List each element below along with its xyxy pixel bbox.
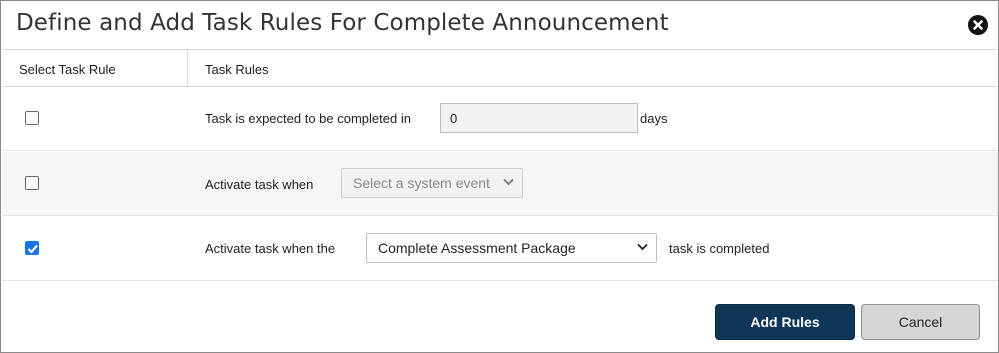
task-rules-dialog: Define and Add Task Rules For Complete A… xyxy=(0,0,999,353)
table-row: Activate task when Select a system event xyxy=(2,152,998,216)
system-event-select[interactable]: Select a system event xyxy=(341,168,523,198)
task-completed-suffix: task is completed xyxy=(669,241,770,256)
rule-checkbox-days[interactable] xyxy=(25,111,39,125)
table-header: Select Task Rule Task Rules xyxy=(2,50,998,87)
close-icon[interactable] xyxy=(968,15,988,35)
add-rules-button[interactable]: Add Rules xyxy=(715,304,855,340)
rule-label-task-completed: Activate task when the xyxy=(205,241,336,256)
rule-checkbox-task-completed[interactable] xyxy=(25,241,39,255)
column-header-select: Select Task Rule xyxy=(19,62,116,77)
checkmark-icon xyxy=(27,244,38,254)
days-input[interactable] xyxy=(440,103,638,133)
rule-label-days: Task is expected to be completed in xyxy=(205,111,411,126)
days-unit-label: days xyxy=(640,111,668,126)
chevron-down-icon xyxy=(503,178,514,186)
dialog-header: Define and Add Task Rules For Complete A… xyxy=(2,2,998,50)
rule-checkbox-system-event[interactable] xyxy=(25,176,39,190)
task-package-select-value: Complete Assessment Package xyxy=(378,240,576,256)
chevron-down-icon xyxy=(637,243,648,251)
table-row: Task is expected to be completed in days xyxy=(2,87,998,151)
rule-label-system-event: Activate task when xyxy=(205,177,314,192)
column-header-rules: Task Rules xyxy=(205,62,269,77)
dialog-title: Define and Add Task Rules For Complete A… xyxy=(16,10,669,36)
cancel-button[interactable]: Cancel xyxy=(861,304,980,340)
system-event-select-value: Select a system event xyxy=(353,175,490,191)
table-row: Activate task when the Complete Assessme… xyxy=(2,217,998,281)
column-divider xyxy=(187,50,188,87)
task-package-select[interactable]: Complete Assessment Package xyxy=(366,233,657,263)
